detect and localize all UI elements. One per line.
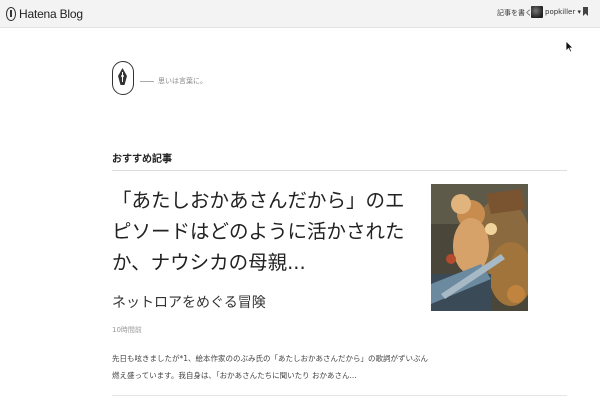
brand-name: Hatena Blog xyxy=(19,7,83,21)
bookmark-icon[interactable] xyxy=(583,7,588,16)
hatena-blog-logo[interactable]: Hatena Blog xyxy=(6,5,83,23)
article-divider xyxy=(112,395,567,396)
mouse-cursor-icon xyxy=(565,40,574,53)
article-thumbnail[interactable] xyxy=(431,184,528,311)
top-bar: Hatena Blog 記事を書く popkiller ▾ xyxy=(0,0,600,28)
avatar[interactable] xyxy=(531,6,543,18)
pen-nib-icon xyxy=(118,68,127,85)
section-divider xyxy=(112,170,567,171)
thumbnail-illustration xyxy=(431,184,528,311)
user-menu[interactable]: popkiller ▾ xyxy=(545,8,581,16)
hatena-logo-icon xyxy=(6,7,16,21)
article-blog-name[interactable]: ネットロアをめぐる冒険 xyxy=(112,292,266,312)
recommended-heading: おすすめ記事 xyxy=(112,154,172,165)
blog-tagline: 思いは言葉に。 xyxy=(140,76,207,86)
tagline-dash xyxy=(140,80,154,82)
tagline-text: 思いは言葉に。 xyxy=(158,77,207,85)
blog-logo[interactable] xyxy=(112,61,134,95)
write-article-link[interactable]: 記事を書く xyxy=(497,8,532,18)
article-title[interactable]: 「あたしおかあさんだから」のエピソードはどのように活かされたか、ナウシカの母親.… xyxy=(112,185,412,278)
article-time: 10時間前 xyxy=(112,326,142,334)
article-excerpt: 先日も呟きましたが*1、絵本作家ののぶみ氏の「あたしおかあさんだから」の歌詞がず… xyxy=(112,354,429,380)
